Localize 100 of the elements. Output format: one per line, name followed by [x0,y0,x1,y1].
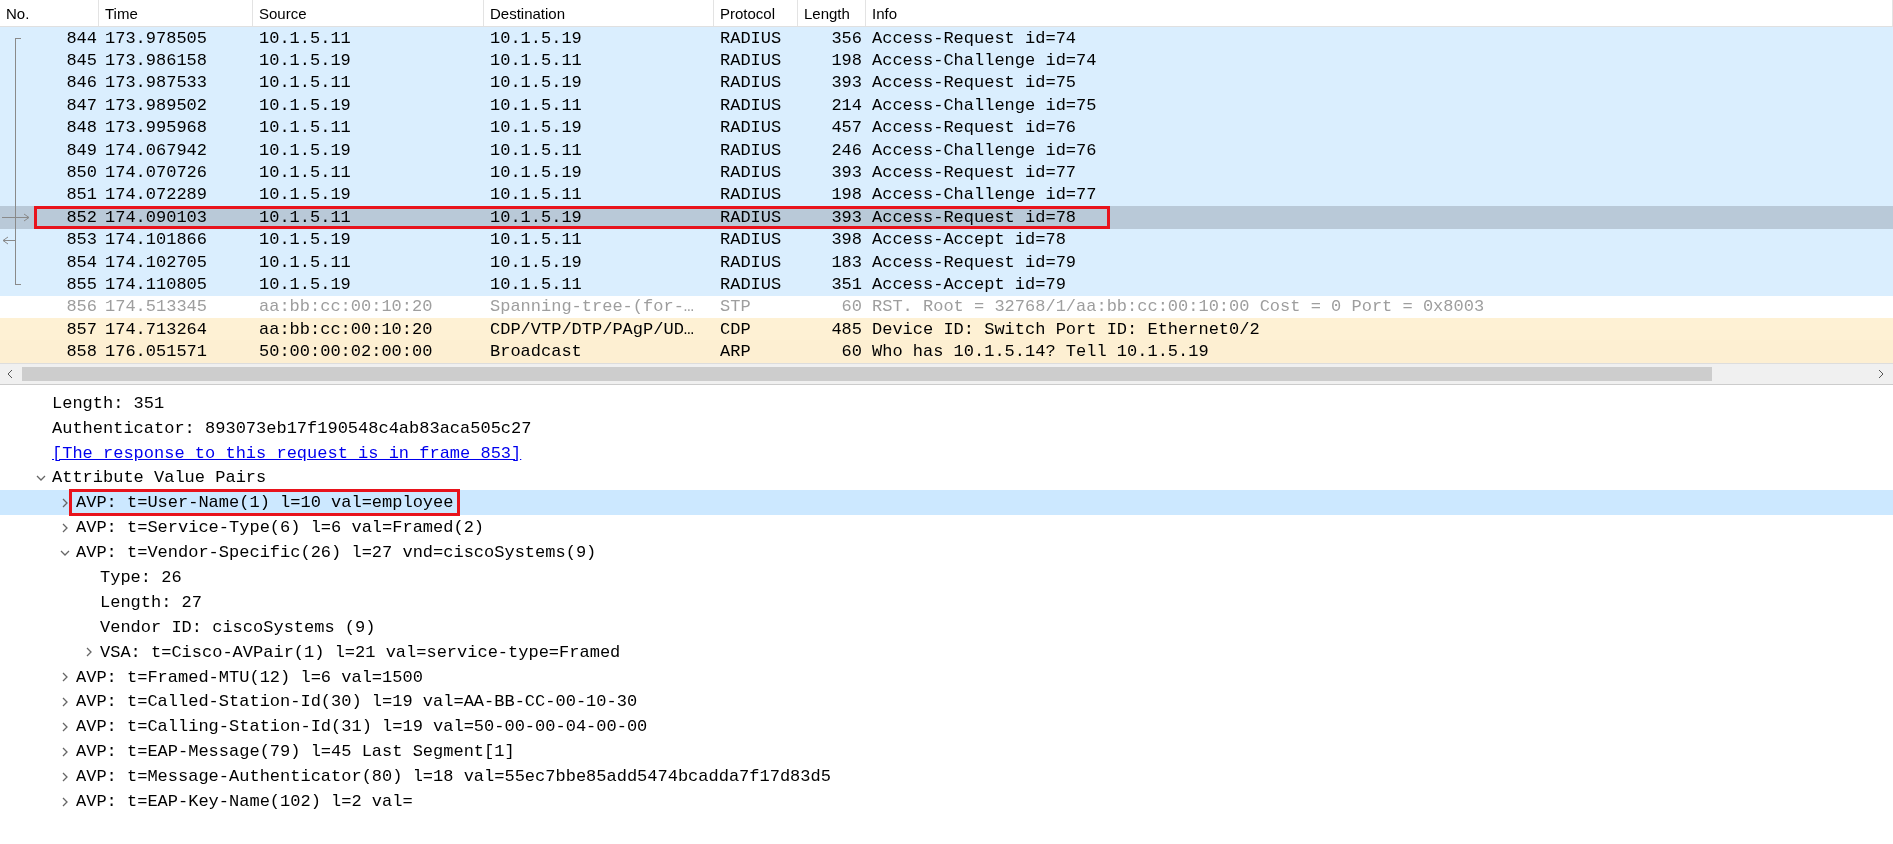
packet-row[interactable]: 846 173.987533 10.1.5.11 10.1.5.19 RADIUS 393 Access-Request id=75 [0,71,1893,95]
packet-time: 174.070726 [105,163,208,183]
packet-row[interactable]: 847 173.989502 10.1.5.19 10.1.5.11 RADIUS 214 Access-Challenge id=75 [0,94,1893,117]
tree-row[interactable]: AVP: t=Calling-Station-Id(31) l=19 val=50-00-00-04-00-00 [0,714,1893,740]
tree-row[interactable]: AVP: t=User-Name(1) l=10 val=employee [0,490,1893,516]
scrollbar-thumb[interactable] [22,366,1712,381]
packet-time: 174.110805 [105,275,208,294]
packet-destination: CDP/VTP/DTP/PAgP/UD… [490,319,695,339]
packet-info: Access-Accept id=78 [872,230,1066,250]
field-text: AVP: t=EAP-Message(79) l=45 Last Segment[1] [76,742,515,762]
packet-row[interactable]: 849 174.067942 10.1.5.19 10.1.5.11 RADIUS 246 Access-Challenge id=76 [0,138,1893,162]
packet-number: 847 [66,95,97,115]
tree-row[interactable]: Type: 26 [0,565,1893,590]
packet-source: 10.1.5.19 [259,95,351,115]
field-text: AVP: t=Service-Type(6) l=6 val=Framed(2) [76,518,485,538]
packet-length: 246 [831,140,862,160]
frame-link[interactable]: [The response to this request is in frame 853] [52,443,522,463]
tree-row[interactable]: [The response to this request is in frame 853] [0,440,1893,466]
packet-protocol: RADIUS [720,207,782,227]
packet-protocol: RADIUS [720,275,782,294]
packet-row[interactable]: 858 176.051571 50:00:00:02:00:00 Broadcast ARP 60 Who has 10.1.5.14? Tell 10.1.5.19 [0,340,1893,363]
tree-row[interactable]: Length: 351 [0,390,1893,416]
packet-row[interactable]: 851 174.072289 10.1.5.19 10.1.5.11 RADIUS 198 Access-Challenge id=77 [0,183,1893,207]
packet-time: 173.986158 [105,51,208,71]
packet-info: Access-Challenge id=75 [872,95,1097,115]
column-header[interactable]: Destination [484,0,714,26]
packet-protocol: RADIUS [720,230,782,250]
column-header[interactable]: No. [0,0,99,26]
packet-protocol: RADIUS [720,95,782,115]
packet-info: Access-Request id=76 [872,118,1077,138]
packet-destination: 10.1.5.11 [490,230,582,250]
packet-row[interactable]: 844 173.978505 10.1.5.11 10.1.5.19 RADIUS 356 Access-Request id=74 [0,27,1893,50]
packet-destination: 10.1.5.19 [490,28,582,48]
column-header[interactable]: Source [253,0,484,26]
packet-row[interactable]: 853 174.101866 10.1.5.19 10.1.5.11 RADIUS 398 Access-Accept id=78 [0,228,1893,251]
field-text: VSA: t=Cisco-AVPair(1) l=21 val=service-type=Framed [100,642,621,662]
column-header[interactable]: Info [866,0,1893,26]
packet-destination: 10.1.5.19 [490,207,582,227]
packet-protocol: RADIUS [720,73,782,93]
tree-row[interactable]: AVP: t=EAP-Message(79) l=45 Last Segment[1] [0,739,1893,765]
packet-row[interactable]: 854 174.102705 10.1.5.11 10.1.5.19 RADIUS 183 Access-Request id=79 [0,250,1893,274]
field-text: Type: 26 [100,568,182,588]
packet-number: 848 [66,118,97,138]
tree-row[interactable]: AVP: t=EAP-Key-Name(102) l=2 val= [0,789,1893,814]
packet-source: 50:00:00:02:00:00 [259,342,433,362]
packet-time: 174.513345 [105,297,208,317]
field-text: AVP: t=EAP-Key-Name(102) l=2 val= [76,792,413,812]
packet-row[interactable]: 850 174.070726 10.1.5.11 10.1.5.19 RADIUS 393 Access-Request id=77 [0,161,1893,184]
packet-number: 851 [66,185,97,205]
column-header[interactable]: Protocol [714,0,798,26]
packet-info: Access-Challenge id=77 [872,185,1097,205]
packet-number: 844 [66,28,97,48]
column-header[interactable]: Time [99,0,253,26]
packet-row[interactable]: 852 174.090103 10.1.5.11 10.1.5.19 RADIUS 393 Access-Request id=78 [0,206,1893,229]
field-text: AVP: t=User-Name(1) l=10 val=employee [76,493,454,513]
packet-destination: 10.1.5.19 [490,252,582,272]
tree-row[interactable]: VSA: t=Cisco-AVPair(1) l=21 val=service-type=Framed [0,639,1893,665]
packet-row[interactable]: 855 174.110805 10.1.5.19 10.1.5.11 RADIUS 351 Access-Accept id=79 [0,273,1893,296]
packet-number: 853 [66,230,97,250]
tree-row[interactable]: Length: 27 [0,590,1893,615]
column-header[interactable]: Length [798,0,866,26]
tree-row[interactable]: AVP: t=Service-Type(6) l=6 val=Framed(2) [0,515,1893,541]
tree-row[interactable]: Attribute Value Pairs [0,465,1893,491]
packet-time: 174.072289 [105,185,208,205]
packet-destination: 10.1.5.11 [490,185,582,205]
packet-length: 198 [831,51,862,71]
packet-number: 850 [66,163,97,183]
packet-source: 10.1.5.19 [259,51,351,71]
packet-row[interactable]: 848 173.995968 10.1.5.11 10.1.5.19 RADIUS 457 Access-Request id=76 [0,116,1893,139]
packet-protocol: STP [720,297,751,317]
packet-destination: 10.1.5.11 [490,95,582,115]
packet-destination: 10.1.5.11 [490,140,582,160]
packet-info: Device ID: Switch Port ID: Ethernet0/2 [872,319,1260,339]
tree-row[interactable]: Authenticator: 893073eb17f190548c4ab83aca505c27 [0,415,1893,441]
packet-row[interactable]: 857 174.713264 aa:bb:cc:00:10:20 CDP/VTP/DTP/PAgP/UD… CDP 485 Device ID: Switch Port ID: Ethernet0/2 [0,318,1893,341]
packet-row[interactable]: 845 173.986158 10.1.5.19 10.1.5.11 RADIUS 198 Access-Challenge id=74 [0,49,1893,72]
tree-row[interactable]: AVP: t=Message-Authenticator(80) l=18 val=55ec7bbe85add5474bcadda7f17d83d5 [0,764,1893,790]
field-text: Attribute Value Pairs [52,468,267,488]
packet-length: 393 [831,163,862,183]
field-text: Length: 351 [52,393,165,413]
packet-number: 849 [66,140,97,160]
packet-protocol: RADIUS [720,185,782,205]
packet-time: 173.987533 [105,73,208,93]
packet-source: 10.1.5.11 [259,118,351,138]
field-text: AVP: t=Message-Authenticator(80) l=18 val=55ec7bbe85add5474bcadda7f17d83d5 [76,767,831,787]
packet-destination: 10.1.5.19 [490,118,582,138]
packet-info: Access-Request id=75 [872,73,1077,93]
packet-length: 457 [831,118,862,138]
packet-length: 398 [831,230,862,250]
packet-protocol: RADIUS [720,28,782,48]
packet-length: 485 [831,319,862,339]
tree-row[interactable]: AVP: t=Vendor-Specific(26) l=27 vnd=ciscoSystems(9) [0,540,1893,566]
packet-destination: 10.1.5.19 [490,163,582,183]
horizontal-scrollbar[interactable] [0,362,1893,385]
tree-row[interactable]: AVP: t=Framed-MTU(12) l=6 val=1500 [0,664,1893,690]
packet-protocol: RADIUS [720,163,782,183]
packet-info: Access-Challenge id=74 [872,51,1097,71]
tree-row[interactable]: AVP: t=Called-Station-Id(30) l=19 val=AA-BB-CC-00-10-30 [0,689,1893,715]
packet-info: Access-Accept id=79 [872,275,1066,294]
tree-row[interactable]: Vendor ID: ciscoSystems (9) [0,614,1893,640]
